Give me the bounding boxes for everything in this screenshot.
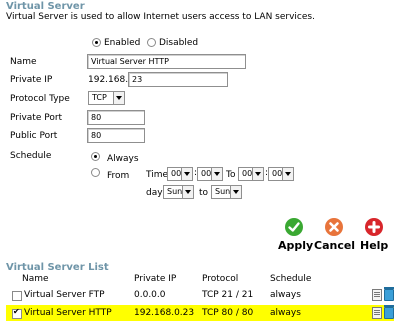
row-protocol: TCP 80 / 80 [202, 308, 254, 318]
section-title: Virtual Server [6, 1, 85, 12]
row-checkbox[interactable] [12, 307, 22, 319]
schedule-label: Schedule [10, 151, 52, 161]
chevron-down-icon [182, 186, 193, 198]
list-title: Virtual Server List [6, 262, 109, 273]
private-port-label: Private Port [10, 113, 63, 123]
protocol-type-label: Protocol Type [10, 94, 70, 104]
day-to-select[interactable]: Sun [211, 185, 242, 199]
public-port-label: Public Port [10, 131, 58, 141]
help-label: Help [360, 239, 389, 252]
chevron-down-icon [230, 186, 241, 198]
day-to-label: to [199, 188, 209, 198]
row-ip: 0.0.0.0 [134, 290, 166, 300]
public-port-input[interactable]: 80 [87, 128, 145, 143]
header-private-ip: Private IP [134, 274, 177, 284]
day-to-value: Sun [215, 187, 231, 196]
chevron-down-icon [252, 168, 263, 180]
enabled-label: Enabled [104, 38, 141, 48]
trash-icon[interactable] [384, 305, 394, 319]
disabled-radio[interactable] [147, 38, 156, 47]
from-minute-select[interactable]: 00 [197, 167, 223, 181]
row-schedule: always [270, 290, 301, 300]
to-minute-value: 00 [272, 169, 283, 178]
trash-icon[interactable] [384, 287, 394, 301]
private-ip-label: Private IP [10, 75, 53, 85]
always-radio[interactable] [91, 152, 100, 161]
edit-icon[interactable] [372, 289, 382, 301]
table-row[interactable]: Virtual Server FTP 0.0.0.0 TCP 21 / 21 a… [6, 287, 394, 303]
apply-label: Apply [278, 239, 314, 252]
protocol-select[interactable]: TCP [88, 91, 125, 105]
disabled-label: Disabled [159, 38, 199, 48]
plus-help-icon [365, 218, 383, 236]
to-label: To [226, 170, 236, 180]
header-protocol: Protocol [202, 274, 239, 284]
always-label: Always [107, 154, 139, 164]
row-ip: 192.168.0.23 [134, 308, 195, 318]
header-name: Name [22, 274, 49, 284]
cancel-button[interactable]: Cancel [314, 218, 356, 252]
day-from-select[interactable]: Sun [163, 185, 194, 199]
row-checkbox[interactable] [12, 291, 22, 301]
from-minute-value: 00 [201, 169, 212, 178]
cancel-x-icon [325, 218, 343, 236]
section-description: Virtual Server is used to allow Internet… [6, 12, 315, 22]
row-schedule: always [270, 308, 301, 318]
chevron-down-icon [181, 168, 192, 180]
time-label: Time [146, 170, 169, 180]
from-radio[interactable] [91, 168, 100, 177]
to-minute-select[interactable]: 00 [268, 167, 294, 181]
header-schedule: Schedule [270, 274, 312, 284]
cancel-label: Cancel [314, 239, 356, 252]
chevron-down-icon [211, 168, 222, 180]
from-label: From [107, 171, 130, 181]
table-row-selected[interactable]: Virtual Server HTTP 192.168.0.23 TCP 80 … [6, 305, 394, 321]
from-hour-value: 00 [171, 169, 182, 178]
day-label: day [146, 188, 163, 198]
protocol-select-value: TCP [92, 93, 107, 102]
enabled-radio[interactable] [92, 38, 101, 47]
name-label: Name [10, 57, 37, 67]
row-name: Virtual Server HTTP [24, 308, 112, 318]
apply-button[interactable]: Apply [278, 218, 314, 252]
chevron-down-icon [282, 168, 293, 180]
name-input[interactable]: Virtual Server HTTP [87, 54, 246, 69]
from-hour-select[interactable]: 00 [167, 167, 193, 181]
chevron-down-icon [113, 92, 124, 104]
checkmark-icon [285, 218, 303, 236]
private-ip-input[interactable]: 23 [128, 72, 228, 87]
to-hour-select[interactable]: 00 [238, 167, 264, 181]
day-from-value: Sun [167, 187, 183, 196]
edit-icon[interactable] [372, 307, 382, 319]
row-protocol: TCP 21 / 21 [202, 290, 254, 300]
private-port-input[interactable]: 80 [87, 110, 145, 125]
help-button[interactable]: Help [360, 218, 388, 252]
row-name: Virtual Server FTP [24, 290, 105, 300]
to-hour-value: 00 [242, 169, 253, 178]
